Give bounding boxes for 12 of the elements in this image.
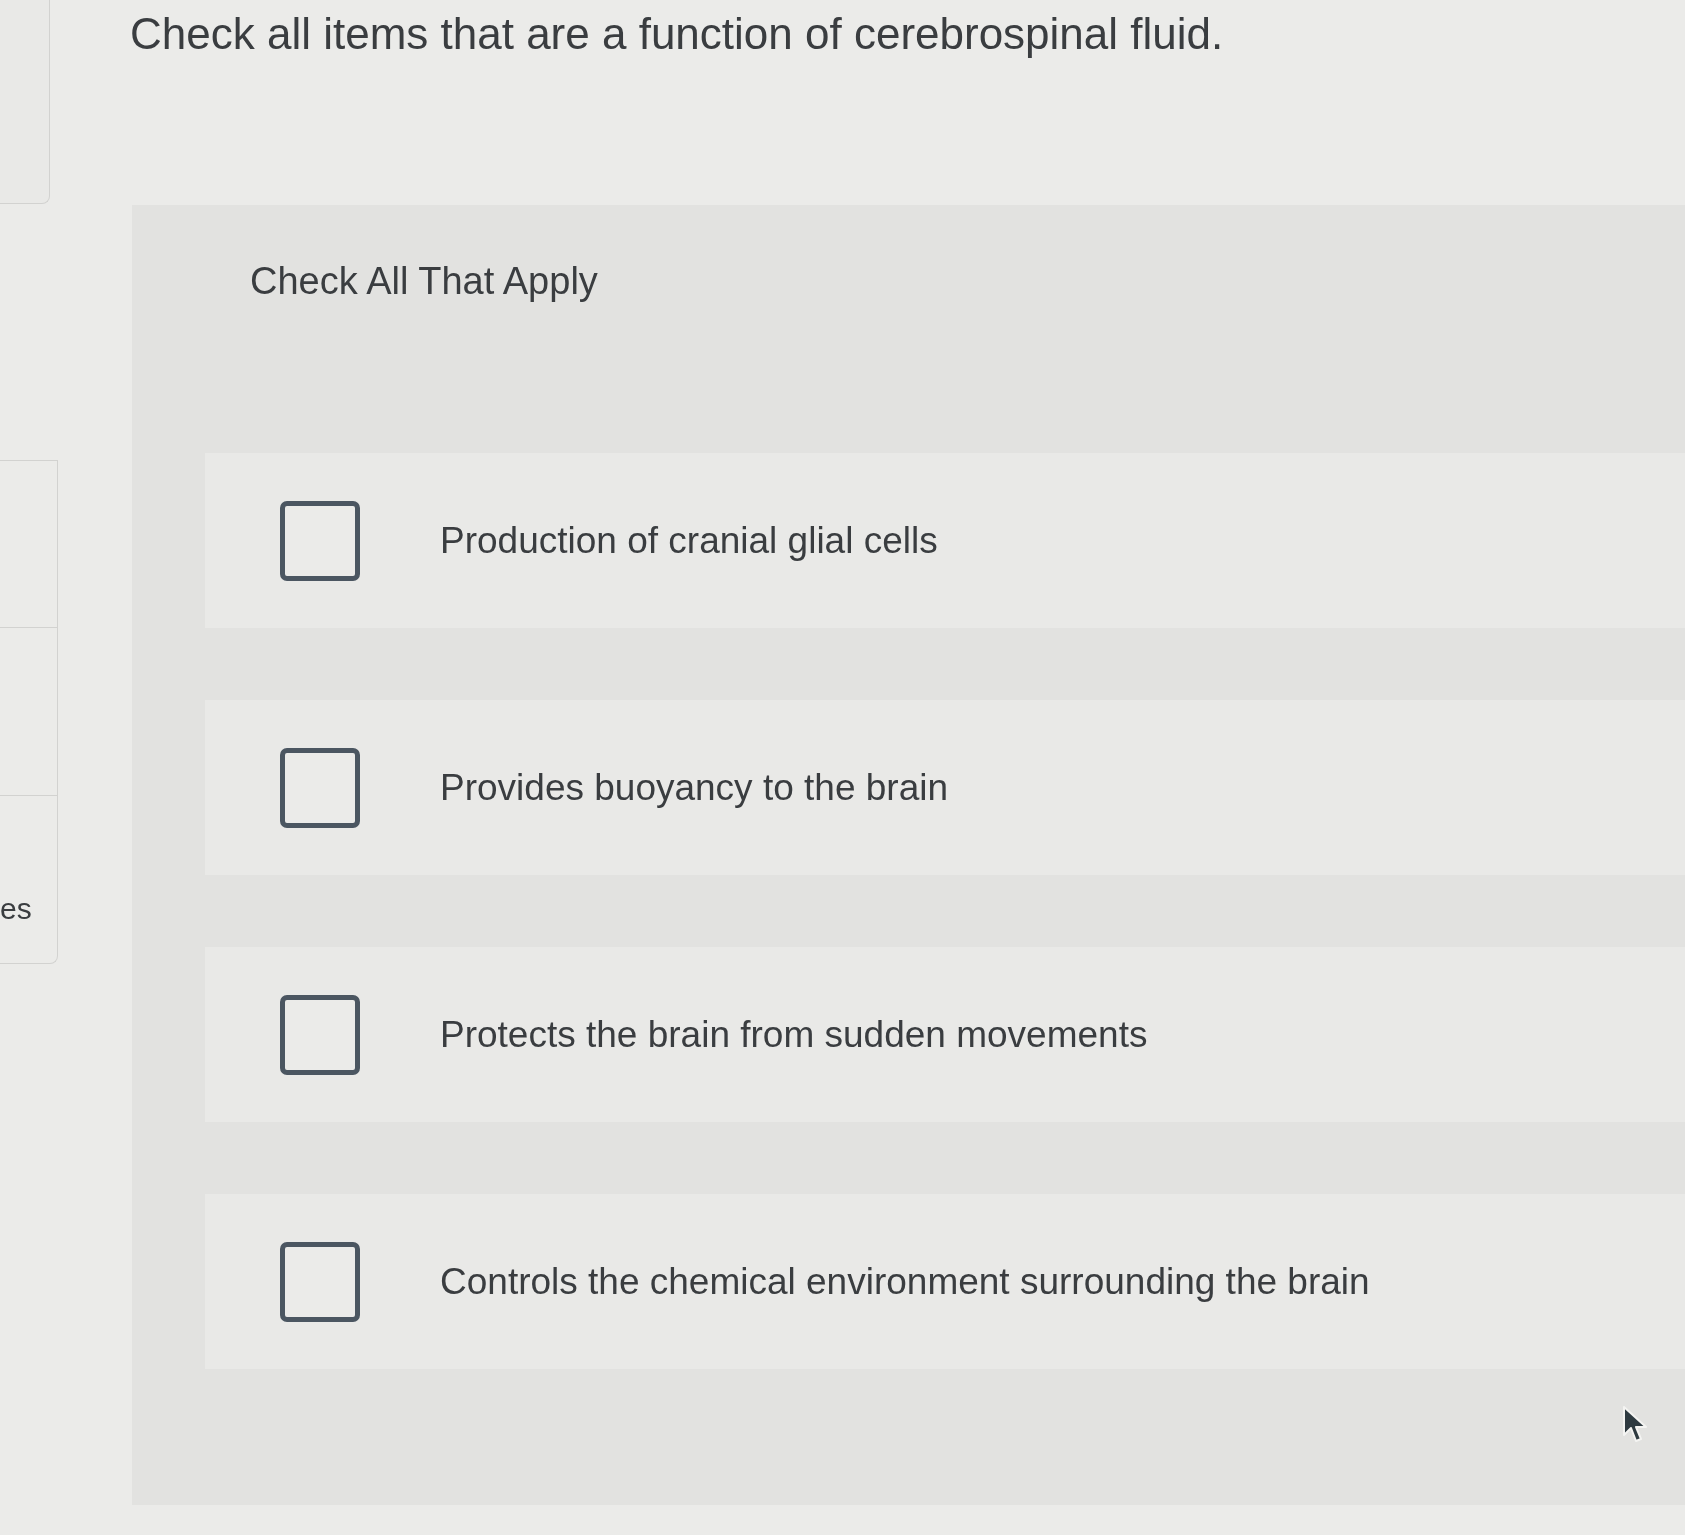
option-label: Protects the brain from sudden movements <box>440 1012 1148 1057</box>
cursor-icon <box>1622 1405 1648 1443</box>
option-label: Production of cranial glial cells <box>440 518 938 563</box>
checkbox[interactable] <box>280 500 360 581</box>
option-label: Controls the chemical environment surrounding the brain <box>440 1259 1370 1304</box>
sidebar-label: es <box>0 894 32 924</box>
instruction-text: Check All That Apply <box>250 259 598 303</box>
checkbox[interactable] <box>280 1241 360 1322</box>
checkbox[interactable] <box>280 994 360 1075</box>
option-label: Provides buoyancy to the brain <box>440 765 949 810</box>
checkbox[interactable] <box>280 747 360 828</box>
question-text: Check all items that are a function of cerebrospinal fluid. <box>130 8 1224 60</box>
